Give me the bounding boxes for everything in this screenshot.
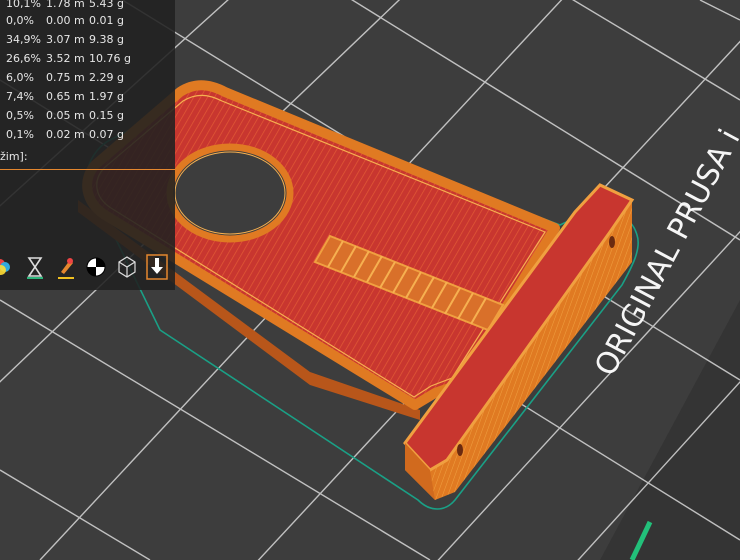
legend-length: 3.07 m — [46, 33, 85, 46]
legend-length: 0.65 m — [46, 90, 85, 103]
legend-weight: 10.76 g — [89, 52, 131, 65]
legend-length: 0.00 m — [46, 14, 85, 27]
view-mode-label: žim]: — [0, 150, 28, 163]
legend-weight: 0.01 g — [89, 14, 124, 27]
legend-weight: 0.07 g — [89, 128, 124, 141]
legend-percent: 0,0% — [6, 14, 34, 27]
seam-icon[interactable] — [85, 254, 107, 280]
legend-panel: 10,1% 1.78 m 5.43 g 0,0% 0.00 m 0.01 g 34,9%… — [0, 0, 175, 290]
legend-weight: 1.97 g — [89, 90, 124, 103]
hourglass-icon[interactable] — [24, 254, 46, 280]
mounting-hole — [166, 143, 294, 243]
legend-weight: 2.29 g — [89, 71, 124, 84]
wireframe-cube-icon[interactable] — [116, 254, 138, 280]
legend-length: 0.02 m — [46, 128, 85, 141]
gcode-toolbar — [0, 252, 175, 282]
legend-percent: 7,4% — [6, 90, 34, 103]
export-icon[interactable] — [146, 254, 168, 280]
legend-percent: 26,6% — [6, 52, 41, 65]
color-print-icon[interactable] — [0, 254, 14, 280]
legend-percent: 6,0% — [6, 71, 34, 84]
legend-length: 0.75 m — [46, 71, 85, 84]
legend-percent: 0,1% — [6, 128, 34, 141]
legend-separator — [0, 169, 175, 170]
legend-length: 0.05 m — [46, 109, 85, 122]
legend-weight: 9.38 g — [89, 33, 124, 46]
legend-length: 1.78 m — [46, 0, 85, 10]
legend-percent: 34,9% — [6, 33, 41, 46]
legend-weight: 0.15 g — [89, 109, 124, 122]
legend-weight: 5.43 g — [89, 0, 124, 10]
paint-brush-icon[interactable] — [55, 254, 77, 280]
legend-percent: 0,5% — [6, 109, 34, 122]
legend-length: 3.52 m — [46, 52, 85, 65]
legend-percent: 10,1% — [6, 0, 41, 10]
